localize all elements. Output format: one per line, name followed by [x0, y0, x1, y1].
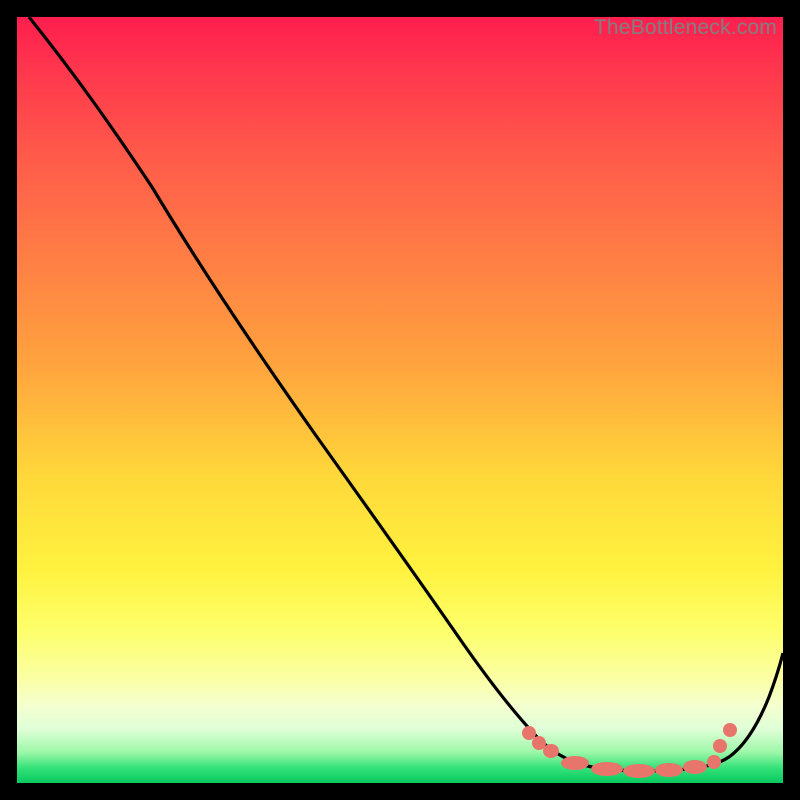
watermark-text: TheBottleneck.com	[594, 16, 777, 40]
plot-frame: TheBottleneck.com	[17, 17, 783, 783]
plot-area	[17, 17, 783, 783]
heat-gradient-background	[17, 17, 783, 783]
